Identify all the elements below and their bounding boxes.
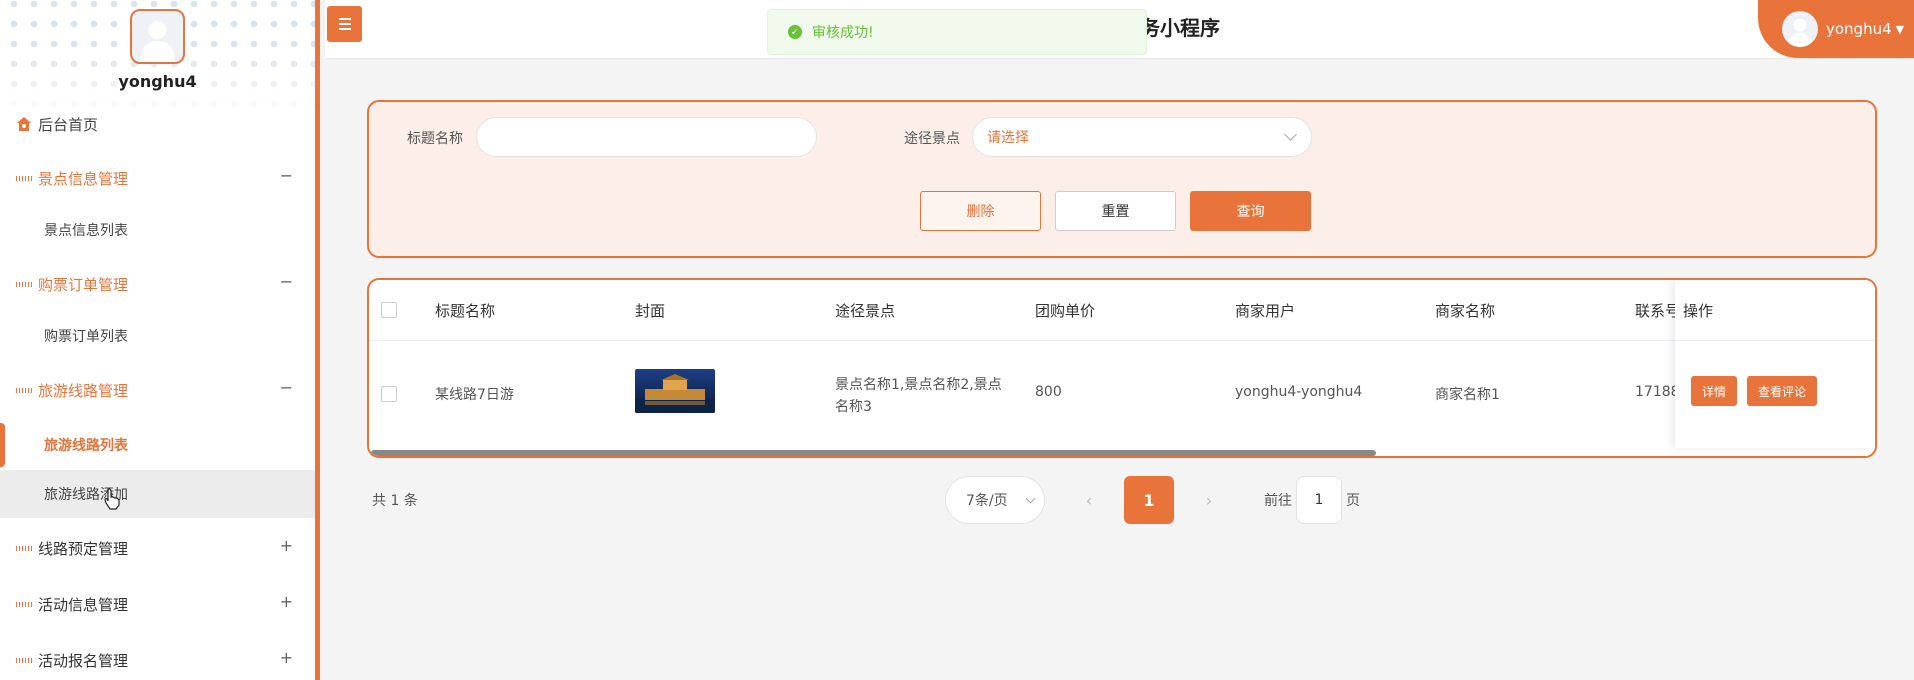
sidebar-group-label: 活动信息管理 — [38, 595, 129, 614]
user-icon — [1788, 18, 1812, 47]
cell-merchant-user: yonghu4-yonghu4 — [1235, 384, 1363, 400]
menu-toggle-button[interactable] — [327, 6, 362, 42]
search-panel: 标题名称 途径景点 请选择 删除 重置 查询 — [367, 100, 1877, 258]
chevron-down-icon — [1284, 128, 1297, 141]
column-header: 联系号 — [1635, 301, 1681, 320]
chevron-right-icon: › — [1205, 490, 1213, 510]
sidebar-item-route-list[interactable]: 旅游线路列表 — [0, 421, 315, 469]
cell-merchant-name: 商家名称1 — [1435, 387, 1500, 403]
chevron-down-icon — [1025, 493, 1036, 504]
page-title: 务小程序 — [1140, 16, 1220, 40]
toast-message: 审核成功! — [812, 25, 874, 41]
select-all-checkbox[interactable] — [381, 302, 397, 318]
grid-icon — [16, 276, 32, 292]
sidebar-group-booking[interactable]: 线路预定管理 + — [0, 522, 315, 574]
route-select-placeholder: 请选择 — [987, 130, 1029, 146]
column-header: 团购单价 — [1035, 301, 1096, 320]
reset-button[interactable]: 重置 — [1055, 191, 1176, 231]
goto-suffix: 页 — [1346, 493, 1360, 509]
column-header: 操作 — [1683, 301, 1714, 320]
header-divider — [369, 340, 1875, 341]
avatar — [130, 9, 185, 64]
collapse-icon[interactable]: − — [280, 272, 293, 291]
sidebar-username: yonghu4 — [118, 72, 197, 91]
user-icon — [140, 21, 175, 62]
sidebar-item-scenic-list[interactable]: 景点信息列表 — [0, 206, 315, 254]
prev-page-button[interactable]: ‹ — [1064, 476, 1114, 524]
grid-icon — [16, 596, 32, 612]
grid-icon — [16, 540, 32, 556]
grid-icon — [16, 382, 32, 398]
actions-column: 操作 详情 查看评论 — [1675, 280, 1875, 448]
sidebar-group-routes[interactable]: 旅游线路管理 − — [0, 364, 315, 416]
sidebar-group-signups[interactable]: 活动报名管理 + — [0, 634, 315, 680]
next-page-button[interactable]: › — [1184, 476, 1234, 524]
check-circle-icon: ✓ — [788, 25, 802, 39]
expand-icon[interactable]: + — [280, 648, 293, 667]
sidebar: yonghu4 后台首页 景点信息管理 − 景点信息列表 购票订单管理 − 购票… — [0, 0, 320, 680]
column-header: 标题名称 — [435, 301, 496, 320]
chevron-down-icon: ▼ — [1895, 22, 1905, 36]
detail-button[interactable]: 详情 — [1691, 376, 1737, 406]
cell-price: 800 — [1035, 384, 1062, 400]
sidebar-item-label: 后台首页 — [38, 115, 99, 134]
home-icon — [16, 116, 32, 132]
column-header: 商家用户 — [1235, 301, 1296, 320]
collapse-icon[interactable]: − — [280, 166, 293, 185]
sidebar-item-ticket-list[interactable]: 购票订单列表 — [0, 312, 315, 360]
sidebar-group-activities[interactable]: 活动信息管理 + — [0, 578, 315, 630]
hand-cursor-icon — [104, 488, 120, 515]
cell-phone: 17188 — [1635, 384, 1680, 400]
sidebar-item-route-add[interactable]: 旅游线路添加 — [0, 470, 315, 518]
expand-icon[interactable]: + — [280, 592, 293, 611]
expand-icon[interactable]: + — [280, 536, 293, 555]
column-header: 封面 — [635, 301, 666, 320]
user-menu[interactable]: yonghu4 ▼ — [1758, 0, 1914, 58]
column-header: 途径景点 — [835, 301, 896, 320]
collapse-icon[interactable]: − — [280, 378, 293, 397]
goto-label: 前往 — [1264, 493, 1292, 509]
cover-image — [635, 369, 715, 413]
chevron-left-icon: ‹ — [1085, 490, 1093, 510]
title-input[interactable] — [476, 117, 817, 157]
user-name: yonghu4 — [1826, 20, 1892, 38]
success-toast: ✓ 审核成功! — [767, 9, 1147, 55]
sidebar-item-home[interactable]: 后台首页 — [0, 98, 315, 150]
sidebar-group-label: 购票订单管理 — [38, 275, 129, 294]
data-table: 标题名称 封面 途径景点 团购单价 商家用户 商家名称 联系号 某线路7日游 景… — [367, 278, 1877, 458]
view-reviews-button[interactable]: 查看评论 — [1747, 376, 1817, 406]
title-label: 标题名称 — [407, 131, 463, 147]
route-select[interactable]: 请选择 — [972, 117, 1312, 157]
cell-route: 景点名称1,景点名称2,景点名称3 — [835, 377, 1002, 415]
avatar — [1782, 11, 1818, 47]
hamburger-icon — [338, 18, 351, 20]
sidebar-group-label: 旅游线路管理 — [38, 381, 129, 400]
page-size-value: 7条/页 — [966, 493, 1008, 509]
sidebar-group-scenic[interactable]: 景点信息管理 − — [0, 152, 315, 204]
grid-icon — [16, 652, 32, 668]
page-number[interactable]: 1 — [1124, 476, 1174, 524]
horizontal-scrollbar[interactable] — [371, 450, 1376, 456]
route-label: 途径景点 — [904, 131, 960, 147]
delete-button[interactable]: 删除 — [920, 191, 1041, 231]
row-checkbox[interactable] — [381, 386, 397, 402]
grid-icon — [16, 170, 32, 186]
column-header: 商家名称 — [1435, 301, 1496, 320]
pager-total: 共 1 条 — [372, 493, 418, 509]
sidebar-group-tickets[interactable]: 购票订单管理 − — [0, 258, 315, 310]
query-button[interactable]: 查询 — [1190, 191, 1311, 231]
sidebar-group-label: 线路预定管理 — [38, 539, 129, 558]
goto-page-input[interactable]: 1 — [1296, 476, 1342, 524]
cell-title: 某线路7日游 — [435, 387, 514, 403]
page-size-select[interactable]: 7条/页 — [945, 476, 1045, 524]
sidebar-group-label: 景点信息管理 — [38, 169, 129, 188]
sidebar-group-label: 活动报名管理 — [38, 651, 129, 670]
